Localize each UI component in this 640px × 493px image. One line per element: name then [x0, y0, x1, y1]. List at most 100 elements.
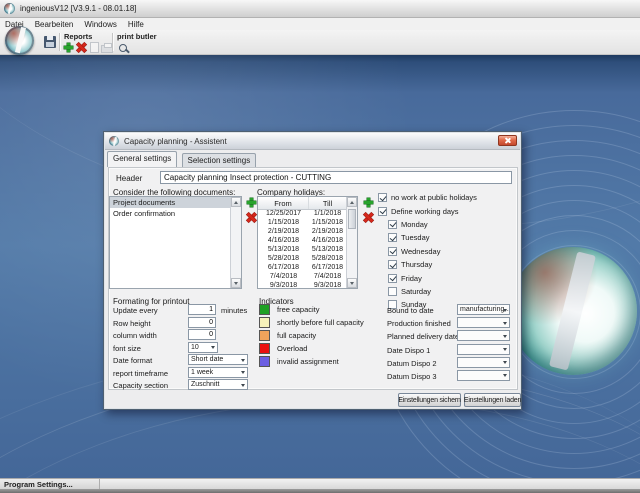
- date-row-datum-dispo-3: Datum Dispo 3: [387, 369, 517, 383]
- day-thursday-checkbox[interactable]: [388, 260, 397, 270]
- tab-general-settings[interactable]: General settings: [107, 151, 178, 167]
- free-capacity-swatch: [259, 304, 270, 315]
- font-size-dropdown[interactable]: 10: [188, 341, 218, 353]
- save-settings-button[interactable]: Einstellungen sichern: [398, 393, 461, 407]
- day-saturday-label: Saturday: [401, 286, 432, 296]
- holidays-table[interactable]: From Till 12/25/2017 1/1/2018 1/15/2018 1/1…: [257, 196, 358, 289]
- save-button[interactable]: [43, 35, 56, 48]
- holiday-from: 5/13/2018: [267, 246, 300, 253]
- holiday-from: 6/17/2018: [267, 264, 300, 271]
- floppy-disk-icon: [43, 35, 56, 48]
- planned-delivery-date-label: Planned delivery date: [387, 332, 460, 342]
- day-wednesday-checkbox[interactable]: [388, 246, 397, 256]
- indicator-rows: free capacity shortly before full capacit…: [259, 304, 379, 369]
- define-working-days-label: Define working days: [391, 206, 459, 216]
- holiday-add-button[interactable]: [362, 196, 375, 209]
- day-saturday-checkbox[interactable]: [388, 286, 397, 296]
- status-bar: Program Settings...: [0, 478, 640, 489]
- application-window: ingeniousV12 [V3.9.1 - 08.01.18] Datei Be…: [0, 0, 640, 493]
- menu-bar: Datei Bearbeiten Windows Hilfe: [0, 18, 640, 30]
- holiday-row[interactable]: 5/28/2018 5/28/2018: [258, 254, 346, 263]
- scroll-down-button[interactable]: [347, 278, 357, 288]
- chevron-down-icon: [241, 383, 245, 387]
- dialog-close-button[interactable]: [498, 135, 517, 146]
- holiday-till: 4/16/2018: [311, 237, 344, 244]
- column-width-input[interactable]: [188, 329, 216, 340]
- column-width-label: column width: [113, 331, 157, 340]
- header-input[interactable]: [160, 171, 512, 184]
- day-thursday-label: Thursday: [401, 260, 433, 270]
- day-monday-label: Monday: [401, 219, 428, 229]
- print-butler-button[interactable]: [116, 41, 129, 54]
- scrollbar-thumb[interactable]: [348, 209, 356, 229]
- capacity-planning-dialog: Capacity planning - Assistent General se…: [103, 131, 522, 410]
- holiday-from: 2/19/2018: [267, 228, 300, 235]
- holiday-till: 7/4/2018: [313, 273, 342, 280]
- holiday-row[interactable]: 1/15/2018 1/15/2018: [258, 218, 346, 227]
- tab-selection-settings[interactable]: Selection settings: [181, 153, 257, 167]
- menu-bearbeiten[interactable]: Bearbeiten: [35, 20, 74, 29]
- load-settings-button[interactable]: Einstellungen laden: [464, 393, 521, 407]
- holiday-from: 9/3/2018: [269, 282, 298, 288]
- format-row-date-format: Date format Short date: [113, 354, 255, 367]
- menu-hilfe[interactable]: Hilfe: [128, 20, 144, 29]
- day-friday-checkbox[interactable]: [388, 273, 397, 283]
- holiday-row[interactable]: 7/4/2018 7/4/2018: [258, 272, 346, 281]
- chevron-down-icon: [503, 374, 507, 378]
- date-row-bound-to-date: Bound to date manufacturing...: [387, 304, 517, 317]
- datum-dispo-2-dropdown[interactable]: [457, 356, 510, 368]
- menu-windows[interactable]: Windows: [84, 20, 116, 29]
- define-working-days-checkbox[interactable]: [378, 206, 387, 216]
- row-height-input[interactable]: [188, 316, 216, 328]
- no-work-public-holidays-checkbox[interactable]: [378, 193, 387, 203]
- scroll-up-button[interactable]: [231, 197, 241, 207]
- planned-delivery-date-dropdown[interactable]: [457, 330, 510, 342]
- holiday-till: 5/28/2018: [311, 255, 344, 262]
- holiday-row[interactable]: 9/3/2018 9/3/2018: [258, 281, 346, 288]
- holiday-till: 9/3/2018: [313, 282, 342, 288]
- holiday-from: 7/4/2018: [269, 273, 298, 280]
- update-every-input[interactable]: [188, 304, 216, 315]
- update-every-label: Update every: [113, 306, 158, 315]
- bound-to-date-dropdown[interactable]: manufacturing...: [457, 304, 510, 315]
- scroll-up-button[interactable]: [347, 197, 357, 207]
- document-item-project-documents[interactable]: Project documents: [110, 197, 230, 208]
- date-dispo-1-dropdown[interactable]: [457, 343, 510, 355]
- red-x-icon: [74, 40, 90, 56]
- day-tuesday-checkbox[interactable]: [388, 233, 397, 243]
- toolbar-separator: [112, 33, 113, 51]
- documents-scrollbar[interactable]: [230, 197, 241, 288]
- indicator-free-capacity: free capacity: [259, 304, 379, 317]
- document-item-order-confirmation[interactable]: Order confirmation: [110, 208, 230, 219]
- column-till[interactable]: Till: [309, 197, 346, 209]
- chevron-down-icon: [241, 371, 245, 374]
- dialog-title: Capacity planning - Assistent: [124, 136, 227, 146]
- chevron-down-icon: [503, 334, 507, 338]
- capacity-section-dropdown[interactable]: Zuschnitt: [188, 379, 248, 390]
- date-format-dropdown[interactable]: Short date: [188, 354, 248, 365]
- documents-list[interactable]: Project documents Order confirmation: [109, 196, 242, 289]
- column-from[interactable]: From: [258, 197, 309, 209]
- holiday-row[interactable]: 5/13/2018 5/13/2018: [258, 245, 346, 254]
- holiday-row[interactable]: 12/25/2017 1/1/2018: [258, 209, 346, 218]
- production-finished-dropdown[interactable]: [457, 317, 510, 329]
- holiday-row[interactable]: 6/17/2018 6/17/2018: [258, 263, 346, 272]
- close-icon: [505, 138, 511, 144]
- holiday-row[interactable]: 4/16/2018 4/16/2018: [258, 236, 346, 245]
- format-row-update-every: Update every minutes: [113, 304, 255, 317]
- chevron-down-icon: [503, 361, 507, 365]
- dialog-titlebar[interactable]: Capacity planning - Assistent: [105, 133, 520, 150]
- date-binding-rows: Bound to date manufacturing... Production …: [387, 304, 517, 383]
- scroll-down-button[interactable]: [231, 278, 241, 288]
- holidays-scrollbar[interactable]: [346, 197, 357, 288]
- toolbar-separator: [59, 33, 60, 51]
- day-monday-checkbox[interactable]: [388, 219, 397, 229]
- datum-dispo-3-dropdown[interactable]: [457, 369, 510, 381]
- dialog-icon: [109, 136, 119, 146]
- report-delete-button[interactable]: [75, 41, 88, 54]
- indicator-full-capacity: full capacity: [259, 330, 379, 343]
- holiday-till: 2/19/2018: [311, 228, 344, 235]
- holiday-row[interactable]: 2/19/2018 2/19/2018: [258, 227, 346, 236]
- report-timeframe-dropdown[interactable]: 1 week: [188, 366, 248, 378]
- holiday-remove-button[interactable]: [362, 211, 375, 224]
